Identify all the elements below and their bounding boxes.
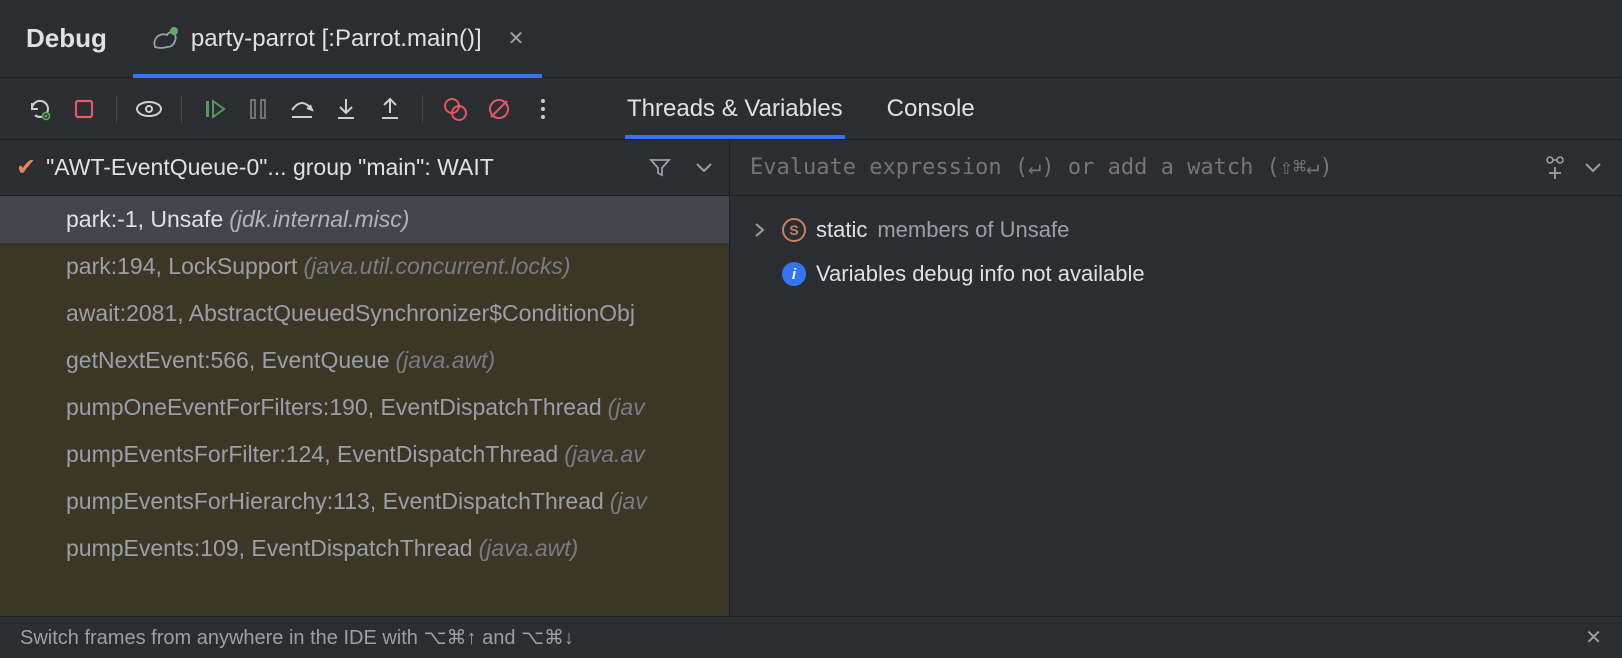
thread-label: "AWT-EventQueue-0"... group "main": WAIT (46, 154, 494, 181)
stack-frame[interactable]: pumpOneEventForFilters:190, EventDispatc… (0, 384, 729, 431)
variable-info-row: i Variables debug info not available (730, 252, 1622, 296)
chevron-down-icon[interactable] (695, 162, 713, 174)
tab-threads-variables[interactable]: Threads & Variables (625, 81, 845, 137)
hint-footer: Switch frames from anywhere in the IDE w… (0, 616, 1622, 658)
stack-frames-list: park:-1, Unsafe(jdk.internal.misc)park:1… (0, 196, 729, 616)
frame-method: park:-1, Unsafe (66, 206, 223, 233)
stack-frame[interactable]: park:-1, Unsafe(jdk.internal.misc) (0, 196, 729, 243)
frame-package: (jdk.internal.misc) (229, 206, 409, 233)
debug-sub-tabs: Threads & Variables Console (625, 81, 977, 137)
info-message: Variables debug info not available (816, 261, 1145, 287)
toolbar-divider (116, 95, 117, 123)
frame-method: getNextEvent:566, EventQueue (66, 347, 390, 374)
bug-run-icon (151, 27, 179, 51)
expand-arrow-icon[interactable] (754, 222, 772, 238)
check-icon: ✔ (16, 153, 36, 182)
resume-button[interactable] (192, 87, 236, 131)
add-watch-icon[interactable] (1542, 155, 1568, 181)
stop-button[interactable] (62, 87, 106, 131)
frame-method: pumpEventsForHierarchy:113, EventDispatc… (66, 488, 604, 515)
mute-breakpoints-button[interactable] (477, 87, 521, 131)
chevron-down-icon[interactable] (1584, 162, 1602, 174)
evaluate-row (730, 140, 1622, 196)
run-config-tab[interactable]: party-parrot [:Parrot.main()] ✕ (133, 0, 543, 78)
variables-panel: S static members of Unsafe i Variables d… (730, 140, 1622, 616)
variables-list: S static members of Unsafe i Variables d… (730, 196, 1622, 308)
var-static-rest: members of Unsafe (877, 217, 1069, 243)
tool-window-title: Debug (0, 23, 133, 54)
toolbar-divider (422, 95, 423, 123)
frame-package: (jav (608, 394, 645, 421)
close-tab-icon[interactable]: ✕ (508, 26, 525, 51)
stack-frame[interactable]: pumpEvents:109, EventDispatchThread(java… (0, 525, 729, 572)
frame-package: (java.av (564, 441, 645, 468)
stack-frame[interactable]: pumpEventsForFilter:124, EventDispatchTh… (0, 431, 729, 478)
footer-hint-text: Switch frames from anywhere in the IDE w… (20, 625, 574, 650)
frame-package: (jav (610, 488, 647, 515)
stack-frame[interactable]: pumpEventsForHierarchy:113, EventDispatc… (0, 478, 729, 525)
var-static-label: static (816, 217, 867, 243)
main-area: ✔ "AWT-EventQueue-0"... group "main": WA… (0, 140, 1622, 616)
frame-method: await:2081, AbstractQueuedSynchronizer$C… (66, 300, 635, 327)
frame-method: pumpEventsForFilter:124, EventDispatchTh… (66, 441, 558, 468)
close-hint-icon[interactable]: ✕ (1585, 625, 1602, 650)
view-breakpoints-button[interactable] (433, 87, 477, 131)
frame-method: pumpOneEventForFilters:190, EventDispatc… (66, 394, 602, 421)
stack-frame[interactable]: park:194, LockSupport(java.util.concurre… (0, 243, 729, 290)
frame-method: pumpEvents:109, EventDispatchThread (66, 535, 473, 562)
frame-package: (java.awt) (396, 347, 496, 374)
frame-package: (java.util.concurrent.locks) (303, 253, 570, 280)
static-badge-icon: S (782, 218, 806, 242)
thread-selector-row[interactable]: ✔ "AWT-EventQueue-0"... group "main": WA… (0, 140, 729, 196)
evaluate-expression-input[interactable] (750, 155, 1526, 180)
rerun-button[interactable] (18, 87, 62, 131)
step-over-button[interactable] (280, 87, 324, 131)
pause-button[interactable] (236, 87, 280, 131)
stack-frame[interactable]: getNextEvent:566, EventQueue(java.awt) (0, 337, 729, 384)
frames-panel: ✔ "AWT-EventQueue-0"... group "main": WA… (0, 140, 730, 616)
variable-static-members[interactable]: S static members of Unsafe (730, 208, 1622, 252)
stack-frame[interactable]: await:2081, AbstractQueuedSynchronizer$C… (0, 290, 729, 337)
frame-package: (java.awt) (479, 535, 579, 562)
toolbar-divider (181, 95, 182, 123)
debug-header: Debug party-parrot [:Parrot.main()] ✕ (0, 0, 1622, 78)
debug-toolbar: Threads & Variables Console (0, 78, 1622, 140)
show-execution-point-button[interactable] (127, 87, 171, 131)
frame-method: park:194, LockSupport (66, 253, 297, 280)
run-config-label: party-parrot [:Parrot.main()] (191, 25, 482, 53)
step-into-button[interactable] (324, 87, 368, 131)
more-actions-button[interactable] (521, 87, 565, 131)
tab-console[interactable]: Console (885, 81, 977, 137)
step-out-button[interactable] (368, 87, 412, 131)
info-badge-icon: i (782, 262, 806, 286)
filter-icon[interactable] (649, 157, 671, 179)
